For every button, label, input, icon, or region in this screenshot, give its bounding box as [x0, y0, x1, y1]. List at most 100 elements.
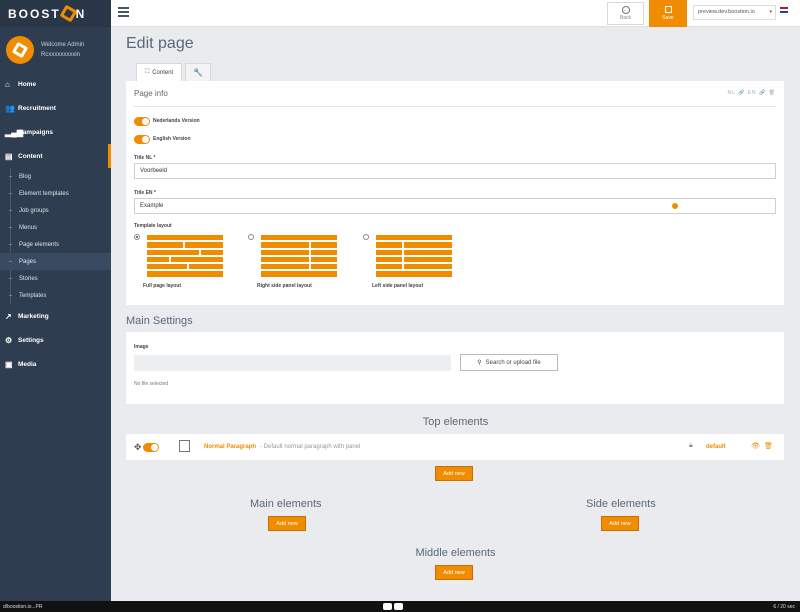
search-upload-button[interactable]: ⚲ Search or upload file [460, 354, 558, 371]
tab-content[interactable]: ⛶ Content [136, 63, 183, 81]
camera-icon[interactable] [383, 603, 392, 610]
subnav-item-job-groups[interactable]: Job groups [9, 202, 111, 219]
lock-icon[interactable]: 🔒︎ [689, 442, 693, 450]
sidebar-item-marketing[interactable]: ↗ Marketing [0, 304, 111, 328]
element-row: ✥ Normal Paragraph - Default normal para… [126, 434, 784, 460]
middle-elements-title: Middle elements [415, 547, 496, 559]
topbar: ← Back Save preview.dev.boostion.io ▾ [111, 0, 800, 27]
template-layout-label: Template layout [134, 223, 172, 229]
sidebar-item-label: Campaigns [18, 128, 54, 136]
sidebar-item-campaigns[interactable]: ▂▄▆ Campaigns [0, 120, 111, 144]
subnav-item-pages[interactable]: Pages [0, 253, 111, 270]
subnav-item-menus[interactable]: Menus [9, 219, 111, 236]
save-button[interactable]: Save [649, 0, 687, 27]
sidebar-item-recruitment[interactable]: 👥 Recruitment [0, 96, 111, 120]
back-arrow-icon: ← [621, 6, 630, 14]
sidebar-item-label: Recruitment [18, 104, 56, 112]
page-info-card: Page info NL 🔗 EN 🔗 🗑 Nederlands Version… [126, 81, 784, 305]
title-en-label: Title EN * [134, 190, 156, 196]
title-en-value: Example [140, 203, 164, 209]
layout-radio-full[interactable] [134, 234, 140, 240]
sidebar-item-media[interactable]: ▣ Media [0, 352, 111, 376]
left-panel-layout-icon [376, 235, 452, 277]
add-main-element-button[interactable]: Add new [268, 516, 306, 531]
sidebar-item-settings[interactable]: ⚙ Settings [0, 328, 111, 352]
layout-label-left: Left side panel layout [372, 283, 424, 289]
save-disk-icon [664, 6, 672, 13]
language-link-tools[interactable]: NL 🔗 EN 🔗 🗑 [727, 90, 776, 96]
chart-line-icon: ↗ [5, 311, 12, 321]
sidebar-item-label: Content [18, 152, 43, 160]
tab-settings[interactable]: 🔧 [185, 63, 212, 81]
recording-controls[interactable] [383, 603, 405, 612]
element-name[interactable]: Normal Paragraph [204, 444, 256, 450]
main-settings-card: Image ⚲ Search or upload file No file se… [126, 332, 784, 404]
image-label: Image [134, 344, 149, 350]
layout-radio-left[interactable] [363, 234, 369, 240]
element-toggle[interactable] [143, 443, 162, 452]
save-label: Save [662, 15, 674, 21]
brand-logo[interactable]: BOOST N [0, 0, 111, 27]
add-side-element-button[interactable]: Add new [601, 516, 639, 531]
content-tab-icon: ⛶ [145, 69, 150, 75]
sidebar-item-label: Home [18, 80, 37, 88]
menu-toggle-icon[interactable] [118, 7, 129, 17]
subnav-item-page-elements[interactable]: Page elements [9, 236, 111, 253]
title-nl-input[interactable]: Voorbeeld [134, 163, 776, 179]
brand-name-left: BOOST [8, 6, 61, 21]
subnav-item-blog[interactable]: Blog [9, 168, 111, 185]
recording-right-text: 6 / 20 sec [773, 604, 795, 610]
drag-move-icon[interactable]: ✥ [134, 442, 142, 453]
add-middle-element-button[interactable]: Add new [435, 565, 473, 580]
avatar[interactable] [6, 35, 34, 64]
toggle-en-label: English Version [153, 136, 191, 142]
title-nl-label: Title NL * [134, 155, 156, 161]
gears-icon: ⚙ [5, 335, 13, 345]
title-en-input[interactable]: Example [134, 198, 776, 214]
image-path-field[interactable] [134, 355, 451, 371]
language-flag-icon[interactable] [780, 7, 788, 13]
preview-select[interactable]: preview.dev.boostion.io ▾ [693, 5, 776, 20]
layout-radio-right[interactable] [248, 234, 254, 240]
eye-icon[interactable]: 👁︎ [751, 442, 760, 450]
side-elements-title: Side elements [586, 498, 656, 510]
toggle-nl[interactable] [134, 116, 150, 126]
toggle-row-nl: Nederlands Version [126, 112, 784, 130]
upload-label: Search or upload file [485, 359, 541, 366]
main-elements-title: Main elements [250, 498, 322, 510]
full-layout-icon [147, 235, 223, 277]
right-panel-layout-icon [261, 235, 337, 277]
no-file-text: No file selected [134, 381, 169, 387]
subnav-item-stories[interactable]: Stories [9, 270, 111, 287]
brand-o-icon [59, 4, 78, 23]
user-panel: Welcome Admin Rcxxxxxxxxxin [0, 27, 111, 72]
subnav-item-element-templates[interactable]: Element templates [9, 185, 111, 202]
sidebar-item-content[interactable]: ▤ Content [0, 144, 111, 168]
sidebar-item-label: Marketing [18, 312, 49, 320]
add-top-element-button[interactable]: Add new [435, 466, 473, 481]
layout-options: Full page layout Right side panel layout [126, 231, 784, 301]
toggle-nl-label: Nederlands Version [153, 118, 200, 124]
sidebar-item-home[interactable]: ⌂ Home [0, 72, 111, 96]
trash-icon[interactable]: 🗑︎ [764, 442, 773, 450]
document-icon: ▤ [5, 151, 13, 161]
subnav-item-templates[interactable]: Templates [9, 287, 111, 304]
welcome-text: Welcome Admin [41, 41, 85, 48]
title-nl-value: Voorbeeld [140, 168, 168, 174]
main-settings-title: Main Settings [126, 315, 193, 327]
layout-label-right: Right side panel layout [257, 283, 312, 289]
back-button[interactable]: ← Back [607, 2, 644, 25]
content-subnav: Blog Element templates Job groups Menus … [0, 168, 111, 304]
element-description: - Default normal paragraph with panel [260, 444, 361, 450]
image-icon: ▣ [5, 359, 13, 369]
avatar-logo-icon [11, 41, 29, 58]
tab-content-label: Content [152, 69, 174, 76]
wrench-icon: 🔧 [193, 68, 204, 77]
toggle-en[interactable] [134, 134, 150, 144]
users-icon: 👥 [5, 103, 15, 113]
stop-icon[interactable] [394, 603, 403, 610]
home-icon: ⌂ [5, 79, 10, 89]
search-icon: ⚲ [477, 360, 482, 366]
recording-left-text: d/boostion.io...PR [3, 604, 43, 610]
cursor-dot-icon [672, 203, 678, 209]
